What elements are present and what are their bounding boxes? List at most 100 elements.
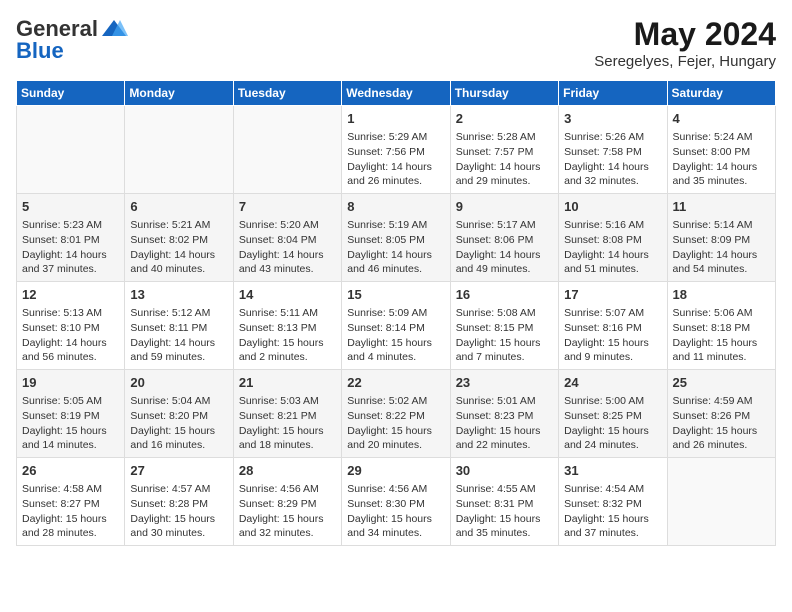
cell-detail-line: Daylight: 14 hours: [456, 161, 541, 173]
cell-detail-line: Sunset: 8:30 PM: [347, 498, 425, 510]
cell-detail-line: Sunset: 8:20 PM: [130, 410, 208, 422]
cell-details: Sunrise: 4:58 AMSunset: 8:27 PMDaylight:…: [22, 482, 119, 541]
day-number: 30: [456, 462, 553, 480]
calendar-cell: 14Sunrise: 5:11 AMSunset: 8:13 PMDayligh…: [233, 282, 341, 370]
cell-details: Sunrise: 5:29 AMSunset: 7:56 PMDaylight:…: [347, 130, 444, 189]
day-number: 29: [347, 462, 444, 480]
calendar-cell: 5Sunrise: 5:23 AMSunset: 8:01 PMDaylight…: [17, 194, 125, 282]
day-number: 5: [22, 198, 119, 216]
weekday-header-monday: Monday: [125, 81, 233, 106]
day-number: 3: [564, 110, 661, 128]
cell-detail-line: and 28 minutes.: [22, 527, 97, 539]
day-number: 31: [564, 462, 661, 480]
calendar-cell: 1Sunrise: 5:29 AMSunset: 7:56 PMDaylight…: [342, 106, 450, 194]
cell-detail-line: Daylight: 15 hours: [456, 513, 541, 525]
cell-details: Sunrise: 5:02 AMSunset: 8:22 PMDaylight:…: [347, 394, 444, 453]
day-number: 21: [239, 374, 336, 392]
cell-detail-line: Daylight: 14 hours: [239, 249, 324, 261]
cell-detail-line: Daylight: 14 hours: [347, 249, 432, 261]
cell-detail-line: and 37 minutes.: [564, 527, 639, 539]
cell-detail-line: and 37 minutes.: [22, 263, 97, 275]
cell-detail-line: Sunset: 8:14 PM: [347, 322, 425, 334]
cell-detail-line: Sunset: 8:13 PM: [239, 322, 317, 334]
cell-detail-line: Sunrise: 5:01 AM: [456, 395, 536, 407]
cell-detail-line: and 51 minutes.: [564, 263, 639, 275]
cell-detail-line: and 22 minutes.: [456, 439, 531, 451]
cell-detail-line: Sunrise: 5:24 AM: [673, 131, 753, 143]
cell-detail-line: Daylight: 14 hours: [456, 249, 541, 261]
cell-detail-line: and 4 minutes.: [347, 351, 416, 363]
cell-detail-line: Daylight: 14 hours: [673, 161, 758, 173]
cell-detail-line: Daylight: 15 hours: [22, 425, 107, 437]
cell-detail-line: Daylight: 14 hours: [673, 249, 758, 261]
cell-detail-line: Daylight: 15 hours: [347, 425, 432, 437]
cell-detail-line: Sunrise: 5:21 AM: [130, 219, 210, 231]
calendar-cell: 6Sunrise: 5:21 AMSunset: 8:02 PMDaylight…: [125, 194, 233, 282]
cell-detail-line: Sunrise: 5:20 AM: [239, 219, 319, 231]
calendar-cell: 28Sunrise: 4:56 AMSunset: 8:29 PMDayligh…: [233, 458, 341, 546]
calendar-cell: 7Sunrise: 5:20 AMSunset: 8:04 PMDaylight…: [233, 194, 341, 282]
cell-detail-line: Sunset: 7:56 PM: [347, 146, 425, 158]
day-number: 14: [239, 286, 336, 304]
weekday-header-friday: Friday: [559, 81, 667, 106]
cell-detail-line: and 14 minutes.: [22, 439, 97, 451]
cell-details: Sunrise: 5:21 AMSunset: 8:02 PMDaylight:…: [130, 218, 227, 277]
cell-detail-line: and 32 minutes.: [239, 527, 314, 539]
cell-detail-line: Sunset: 8:27 PM: [22, 498, 100, 510]
cell-detail-line: Daylight: 14 hours: [130, 249, 215, 261]
day-number: 11: [673, 198, 770, 216]
cell-detail-line: and 20 minutes.: [347, 439, 422, 451]
cell-detail-line: Daylight: 15 hours: [22, 513, 107, 525]
cell-detail-line: Daylight: 14 hours: [22, 249, 107, 261]
cell-detail-line: Daylight: 15 hours: [347, 513, 432, 525]
logo-icon: [100, 18, 128, 40]
cell-detail-line: Sunset: 8:28 PM: [130, 498, 208, 510]
calendar-cell: 26Sunrise: 4:58 AMSunset: 8:27 PMDayligh…: [17, 458, 125, 546]
cell-detail-line: Sunrise: 5:14 AM: [673, 219, 753, 231]
cell-detail-line: Sunset: 8:09 PM: [673, 234, 751, 246]
cell-detail-line: Sunrise: 5:00 AM: [564, 395, 644, 407]
cell-detail-line: Daylight: 14 hours: [564, 161, 649, 173]
cell-detail-line: and 18 minutes.: [239, 439, 314, 451]
cell-detail-line: and 7 minutes.: [456, 351, 525, 363]
cell-detail-line: Sunset: 8:29 PM: [239, 498, 317, 510]
cell-detail-line: Sunrise: 5:09 AM: [347, 307, 427, 319]
day-number: 16: [456, 286, 553, 304]
cell-detail-line: and 29 minutes.: [456, 175, 531, 187]
cell-detail-line: Daylight: 15 hours: [564, 513, 649, 525]
calendar-cell: 30 Sunrise: 4:55 AMSunset: 8:31 PMDayligh…: [450, 458, 558, 546]
location-text: Seregelyes, Fejer, Hungary: [594, 53, 776, 70]
cell-detail-line: Daylight: 15 hours: [564, 337, 649, 349]
cell-detail-line: and 40 minutes.: [130, 263, 205, 275]
cell-detail-line: Daylight: 15 hours: [239, 425, 324, 437]
cell-detail-line: and 46 minutes.: [347, 263, 422, 275]
cell-detail-line: and 26 minutes.: [673, 439, 748, 451]
calendar-cell: 8Sunrise: 5:19 AMSunset: 8:05 PMDaylight…: [342, 194, 450, 282]
day-number: 23: [456, 374, 553, 392]
cell-detail-line: and 59 minutes.: [130, 351, 205, 363]
cell-detail-line: Sunset: 7:58 PM: [564, 146, 642, 158]
day-number: 18: [673, 286, 770, 304]
cell-details: Sunrise: 5:07 AMSunset: 8:16 PMDaylight:…: [564, 306, 661, 365]
calendar-cell: 19Sunrise: 5:05 AMSunset: 8:19 PMDayligh…: [17, 370, 125, 458]
cell-details: Sunrise: 5:17 AMSunset: 8:06 PMDaylight:…: [456, 218, 553, 277]
cell-detail-line: Sunset: 8:22 PM: [347, 410, 425, 422]
cell-details: Sunrise: 4:57 AMSunset: 8:28 PMDaylight:…: [130, 482, 227, 541]
cell-detail-line: and 16 minutes.: [130, 439, 205, 451]
cell-details: Sunrise: 5:12 AMSunset: 8:11 PMDaylight:…: [130, 306, 227, 365]
cell-detail-line: Sunset: 8:19 PM: [22, 410, 100, 422]
cell-details: Sunrise: 4:56 AMSunset: 8:29 PMDaylight:…: [239, 482, 336, 541]
cell-details: Sunrise: 4:59 AMSunset: 8:26 PMDaylight:…: [673, 394, 770, 453]
cell-detail-line: and 35 minutes.: [456, 527, 531, 539]
calendar-cell: [233, 106, 341, 194]
day-number: 9: [456, 198, 553, 216]
cell-detail-line: Daylight: 15 hours: [673, 337, 758, 349]
cell-detail-line: Sunrise: 5:16 AM: [564, 219, 644, 231]
cell-details: Sunrise: 4:55 AMSunset: 8:31 PMDaylight:…: [456, 482, 553, 541]
cell-detail-line: Sunrise: 5:23 AM: [22, 219, 102, 231]
day-number: 15: [347, 286, 444, 304]
calendar-cell: 16 Sunrise: 5:08 AMSunset: 8:15 PMDayligh…: [450, 282, 558, 370]
cell-detail-line: Sunset: 7:57 PM: [456, 146, 534, 158]
cell-details: Sunrise: 5:08 AMSunset: 8:15 PMDaylight:…: [456, 306, 553, 365]
cell-detail-line: Daylight: 14 hours: [130, 337, 215, 349]
